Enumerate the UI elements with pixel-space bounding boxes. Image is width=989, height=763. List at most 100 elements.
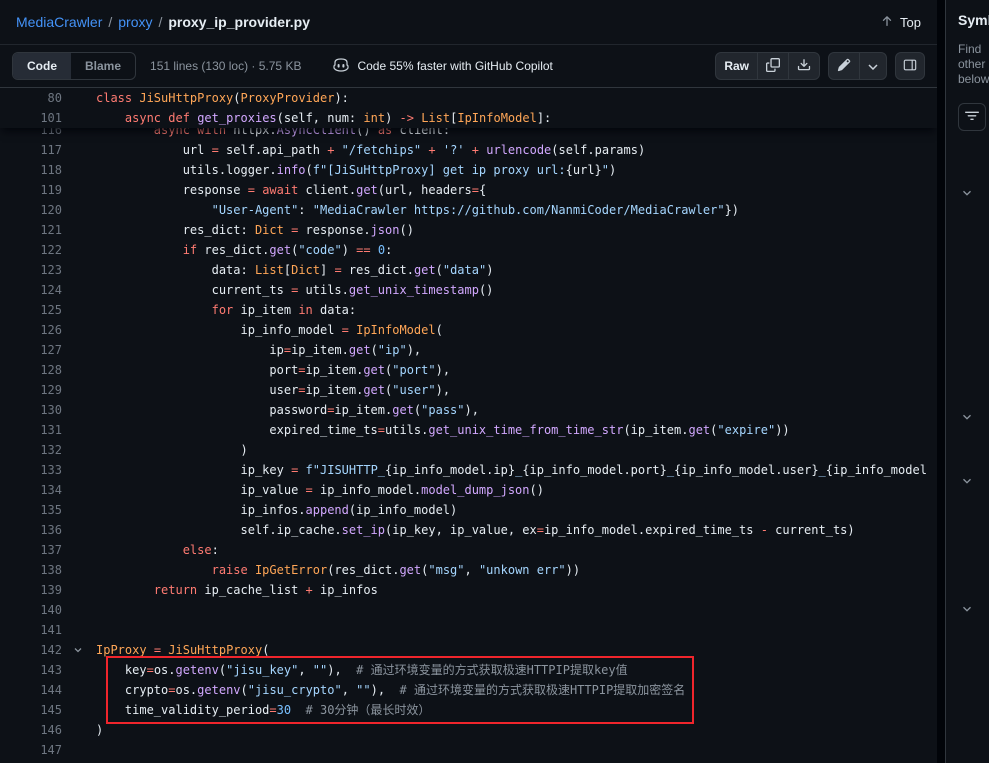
- line-number[interactable]: 119: [0, 180, 62, 200]
- code-text: ip_key = f"JISUHTTP_{ip_info_model.ip}_{…: [96, 460, 937, 480]
- code-line: 127 ip=ip_item.get("ip"),: [0, 340, 937, 360]
- code-text: ip_value = ip_info_model.model_dump_json…: [96, 480, 937, 500]
- line-number[interactable]: 136: [0, 520, 62, 540]
- copilot-promo[interactable]: Code 55% faster with GitHub Copilot: [333, 57, 552, 76]
- gutter-spacer: [62, 620, 96, 640]
- line-number[interactable]: 126: [0, 320, 62, 340]
- line-number[interactable]: 124: [0, 280, 62, 300]
- gutter-spacer: [62, 88, 96, 108]
- code-text: ): [96, 440, 937, 460]
- download-raw-button[interactable]: [789, 53, 819, 79]
- code-text: if res_dict.get("code") == 0:: [96, 240, 937, 260]
- code-line: 143 key=os.getenv("jisu_key", ""), # 通过环…: [0, 660, 937, 680]
- file-viewer: MediaCrawler / proxy / proxy_ip_provider…: [0, 0, 937, 763]
- line-number[interactable]: 145: [0, 700, 62, 720]
- line-number[interactable]: 129: [0, 380, 62, 400]
- line-number[interactable]: 138: [0, 560, 62, 580]
- line-number[interactable]: 101: [0, 108, 62, 128]
- code-line: 136 self.ip_cache.set_ip(ip_key, ip_valu…: [0, 520, 937, 540]
- chevron-down-icon[interactable]: [960, 474, 974, 493]
- line-number[interactable]: 116: [0, 128, 62, 140]
- line-number[interactable]: 128: [0, 360, 62, 380]
- line-number[interactable]: 130: [0, 400, 62, 420]
- line-number[interactable]: 146: [0, 720, 62, 740]
- code-text: "User-Agent": "MediaCrawler https://gith…: [96, 200, 937, 220]
- line-number[interactable]: 142: [0, 640, 62, 660]
- gutter-spacer: [62, 400, 96, 420]
- code-line: 117 url = self.api_path + "/fetchips" + …: [0, 140, 937, 160]
- toolbar-actions: Raw: [715, 52, 925, 80]
- line-number[interactable]: 139: [0, 580, 62, 600]
- pencil-icon: [837, 58, 851, 75]
- code-text: port=ip_item.get("port"),: [96, 360, 937, 380]
- gutter-spacer: [62, 480, 96, 500]
- code-line: 131 expired_time_ts=utils.get_unix_time_…: [0, 420, 937, 440]
- gutter-spacer: [62, 540, 96, 560]
- breadcrumb-repo-link[interactable]: MediaCrawler: [16, 14, 102, 30]
- gutter-spacer: [62, 720, 96, 740]
- copy-raw-button[interactable]: [758, 53, 789, 79]
- symbols-pane-toggle-button[interactable]: [895, 52, 925, 80]
- code-line: 146): [0, 720, 937, 740]
- line-number[interactable]: 133: [0, 460, 62, 480]
- line-number[interactable]: 80: [0, 88, 62, 108]
- description-line: below: [958, 72, 989, 87]
- line-number[interactable]: 144: [0, 680, 62, 700]
- code-viewer: 80class JiSuHttpProxy(ProxyProvider):101…: [0, 88, 937, 763]
- line-number[interactable]: 141: [0, 620, 62, 640]
- edit-dropdown-button[interactable]: [860, 53, 886, 79]
- code-line: 128 port=ip_item.get("port"),: [0, 360, 937, 380]
- line-number[interactable]: 120: [0, 200, 62, 220]
- gutter-spacer: [62, 260, 96, 280]
- chevron-down-icon[interactable]: [960, 602, 974, 621]
- line-number[interactable]: 117: [0, 140, 62, 160]
- filter-button[interactable]: [958, 103, 986, 131]
- code-text: ip_info_model = IpInfoModel(: [96, 320, 937, 340]
- code-line: 134 ip_value = ip_info_model.model_dump_…: [0, 480, 937, 500]
- line-number[interactable]: 118: [0, 160, 62, 180]
- tab-code[interactable]: Code: [13, 53, 71, 79]
- chevron-down-icon[interactable]: [960, 186, 974, 205]
- breadcrumb-separator: /: [158, 14, 162, 30]
- gutter-spacer: [62, 220, 96, 240]
- chevron-down-icon[interactable]: [960, 410, 974, 429]
- code-line: 145 time_validity_period=30 # 30分钟（最长时效）: [0, 700, 937, 720]
- code-line: 140: [0, 600, 937, 620]
- line-number[interactable]: 140: [0, 600, 62, 620]
- code-text: ip_infos.append(ip_info_model): [96, 500, 937, 520]
- line-number[interactable]: 122: [0, 240, 62, 260]
- gutter-spacer: [62, 740, 96, 760]
- gutter-spacer: [62, 108, 96, 128]
- line-number[interactable]: 143: [0, 660, 62, 680]
- gutter-spacer: [62, 360, 96, 380]
- copy-icon: [766, 58, 780, 75]
- line-number[interactable]: 131: [0, 420, 62, 440]
- code-line: 125 for ip_item in data:: [0, 300, 937, 320]
- line-number[interactable]: 134: [0, 480, 62, 500]
- line-number[interactable]: 123: [0, 260, 62, 280]
- code-text: expired_time_ts=utils.get_unix_time_from…: [96, 420, 937, 440]
- line-number[interactable]: 121: [0, 220, 62, 240]
- scroll-to-top-button[interactable]: Top: [880, 14, 921, 31]
- code-text: url = self.api_path + "/fetchips" + '?' …: [96, 140, 937, 160]
- file-header: MediaCrawler / proxy / proxy_ip_provider…: [0, 0, 937, 44]
- line-number[interactable]: 135: [0, 500, 62, 520]
- breadcrumb-folder-link[interactable]: proxy: [118, 14, 152, 30]
- code-line: 142IpProxy = JiSuHttpProxy(: [0, 640, 937, 660]
- tab-blame[interactable]: Blame: [71, 53, 135, 79]
- edit-group: [828, 52, 887, 80]
- raw-button[interactable]: Raw: [716, 53, 758, 79]
- line-number[interactable]: 132: [0, 440, 62, 460]
- gutter-spacer: [62, 140, 96, 160]
- line-number[interactable]: 125: [0, 300, 62, 320]
- gutter-spacer: [62, 680, 96, 700]
- line-number[interactable]: 137: [0, 540, 62, 560]
- line-number[interactable]: 147: [0, 740, 62, 760]
- gutter-spacer: [62, 420, 96, 440]
- collapse-chevron-icon[interactable]: [62, 640, 96, 660]
- partially-scrolled-line: 116 async with httpx.AsyncClient() as cl…: [0, 128, 937, 140]
- code-line: 124 current_ts = utils.get_unix_timestam…: [0, 280, 937, 300]
- edit-file-button[interactable]: [829, 53, 860, 79]
- gutter-spacer: [62, 660, 96, 680]
- line-number[interactable]: 127: [0, 340, 62, 360]
